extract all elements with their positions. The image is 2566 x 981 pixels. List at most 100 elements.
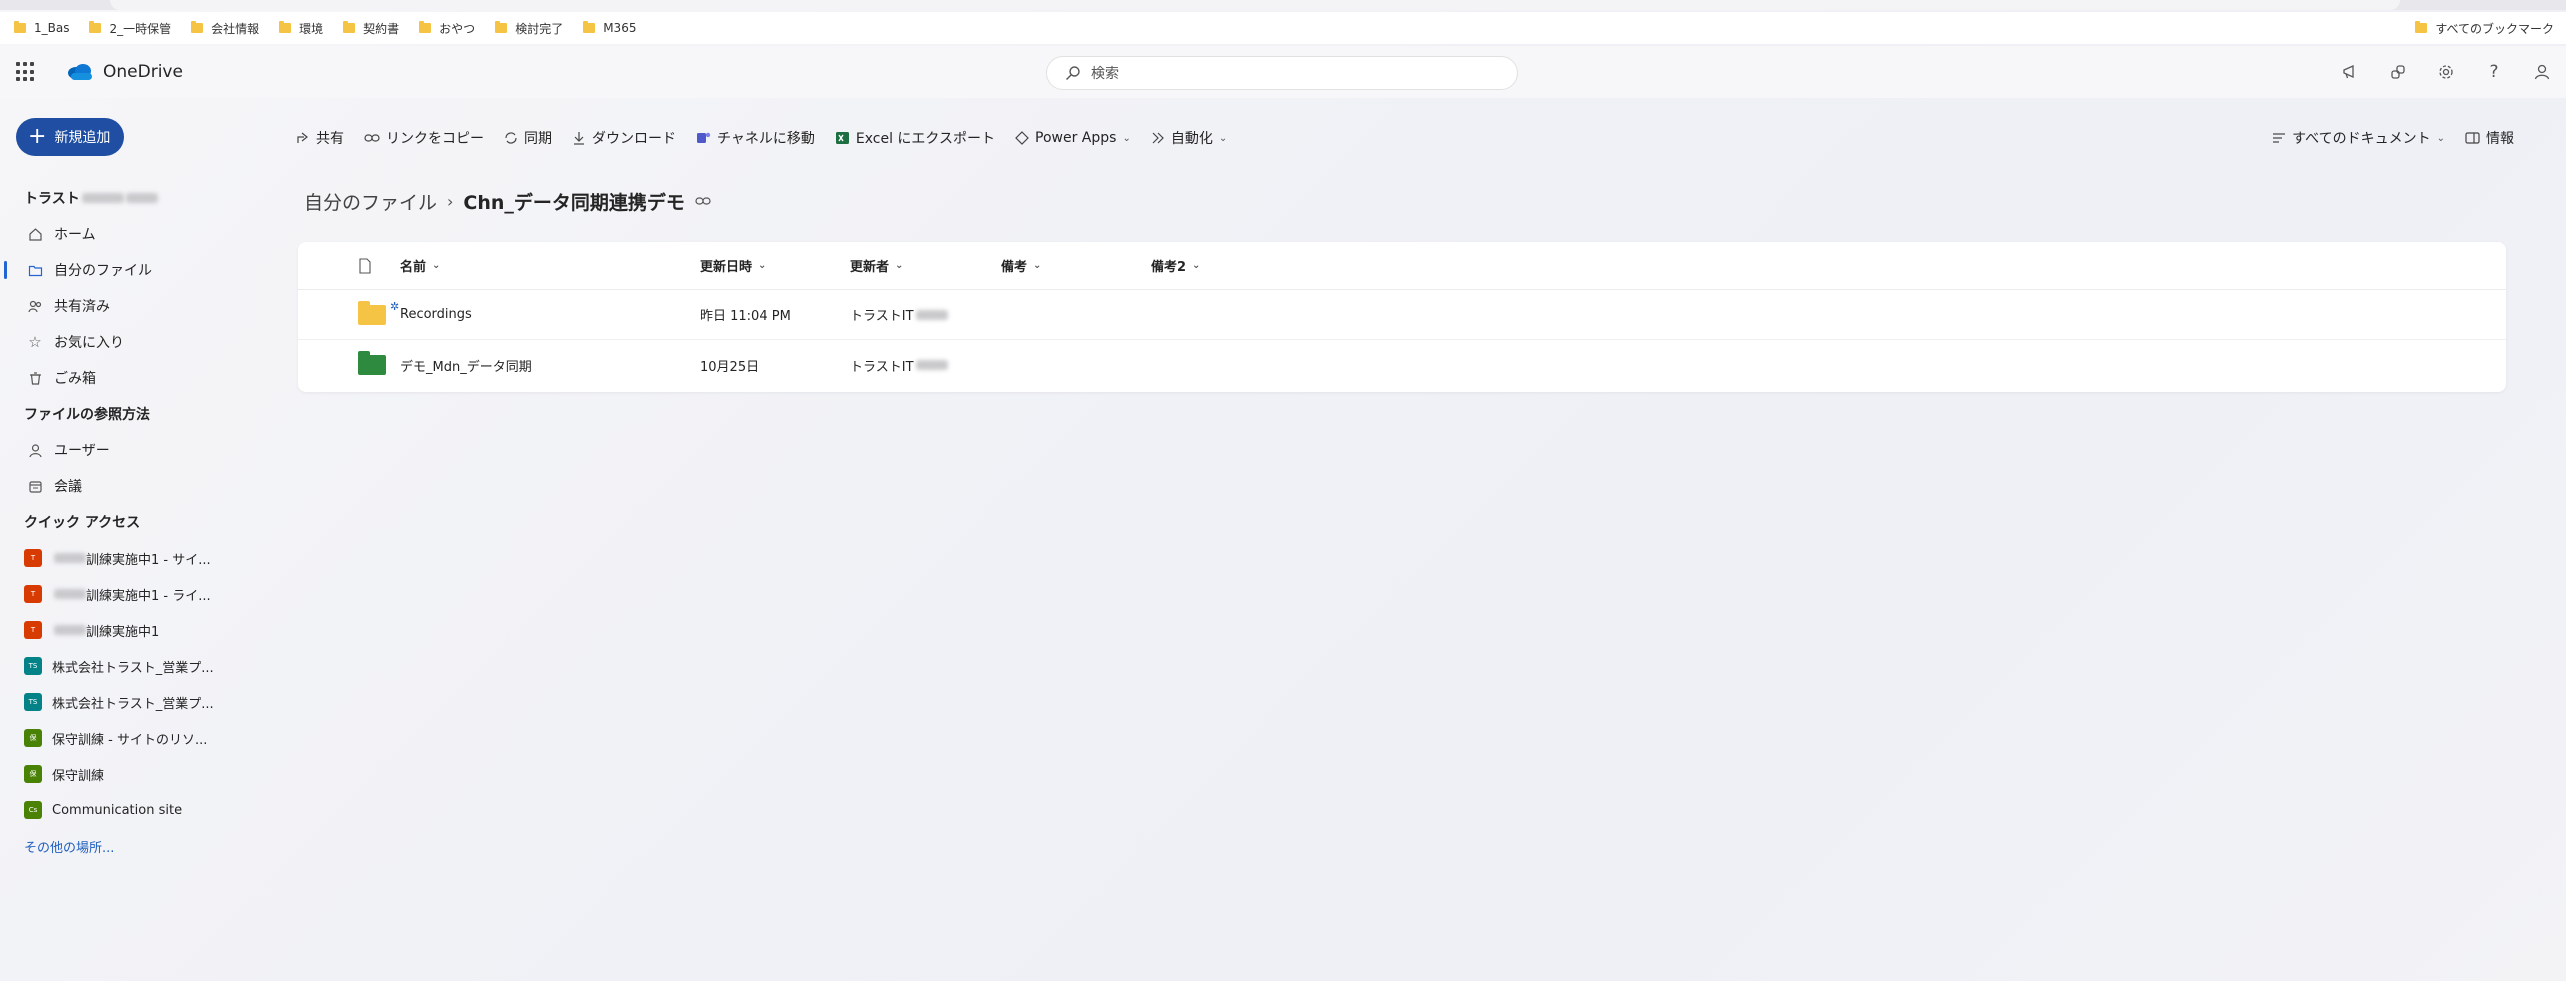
bookmark-item[interactable]: おやつ <box>419 20 475 37</box>
automate-label: 自動化 <box>1170 131 1213 147</box>
bookmark-item[interactable]: 会社情報 <box>191 20 259 37</box>
folder-icon <box>343 21 356 33</box>
app-name[interactable]: OneDrive <box>103 62 183 82</box>
sync-button[interactable]: 同期 <box>504 128 552 148</box>
bookmark-label: 検討完了 <box>515 21 564 36</box>
folder-icon <box>26 263 44 278</box>
quick-access-item[interactable]: T 訓練実施中1 <box>0 612 270 648</box>
plus-icon: + <box>28 124 47 149</box>
folder-icon <box>495 21 508 33</box>
automate-button[interactable]: 自動化 ⌄ <box>1151 128 1227 148</box>
table-row[interactable]: デモ_Mdn_データ同期 10月25日 トラストIT <box>298 340 2506 390</box>
browser-top-strip <box>0 0 2566 10</box>
sidebar-item-my-files[interactable]: 自分のファイル <box>0 252 270 288</box>
folder-icon <box>358 300 386 325</box>
copy-link-button[interactable]: リンクをコピー <box>364 128 484 148</box>
export-excel-button[interactable]: Excel にエクスポート <box>835 128 995 148</box>
chevron-down-icon: ⌄ <box>1033 260 1042 271</box>
sidebar-item-label: ごみ箱 <box>54 371 96 387</box>
all-bookmarks[interactable]: すべてのブックマーク <box>2415 12 2554 44</box>
file-type-icon[interactable] <box>358 257 372 274</box>
site-icon: T <box>24 585 42 603</box>
person-icon[interactable] <box>2518 58 2566 86</box>
column-label: 更新日時 <box>700 260 753 275</box>
bookmarks-bar: 1_Bas 2_一時保管 会社情報 環境 契約書 おやつ 検討完了 M365 す… <box>0 12 2566 44</box>
megaphone-icon[interactable] <box>2326 58 2374 86</box>
share-button[interactable]: 共有 <box>296 128 344 148</box>
sidebar-item-recycle-bin[interactable]: ごみ箱 <box>0 360 270 396</box>
sidebar-item-favorites[interactable]: ☆ お気に入り <box>0 324 270 360</box>
sidebar-item-home[interactable]: ホーム <box>0 216 270 252</box>
sidebar-item-people[interactable]: ユーザー <box>0 432 270 468</box>
info-label: 情報 <box>2486 131 2514 147</box>
power-apps-label: Power Apps <box>1035 130 1117 146</box>
quick-access-item[interactable]: 保 保守訓練 - サイトのリソ... <box>0 720 270 756</box>
table-row[interactable]: ✲ Recordings 昨日 11:04 PM トラストIT <box>298 290 2506 340</box>
chevron-down-icon: ⌄ <box>895 260 904 271</box>
breadcrumb-current[interactable]: Chn_データ同期連携デモ <box>463 188 685 215</box>
user-name-text: トラスト <box>24 191 80 207</box>
gear-icon[interactable] <box>2422 58 2470 86</box>
quick-access-label: 株式会社トラスト_営業プ... <box>52 696 214 712</box>
calendar-icon <box>26 479 44 494</box>
quick-access-label: 訓練実施中1 - ライ... <box>86 588 211 604</box>
trash-icon <box>26 371 44 386</box>
column-header-name[interactable]: 名前 ⌄ <box>400 256 440 275</box>
column-header-note[interactable]: 備考 ⌄ <box>1001 256 1041 275</box>
help-icon[interactable]: ? <box>2470 58 2518 86</box>
bookmark-item[interactable]: 環境 <box>279 20 323 37</box>
quick-access-item[interactable]: T 訓練実施中1 - ライ... <box>0 576 270 612</box>
quick-access-item[interactable]: T 訓練実施中1 - サイ... <box>0 540 270 576</box>
info-button[interactable]: 情報 <box>2465 128 2514 148</box>
share-icon[interactable] <box>2374 58 2422 86</box>
file-name[interactable]: デモ_Mdn_データ同期 <box>400 356 532 375</box>
search-box[interactable]: 検索 <box>1046 56 1518 90</box>
person-icon <box>26 443 44 458</box>
new-button[interactable]: + 新規追加 <box>16 118 124 156</box>
quick-access-label: Communication site <box>52 802 183 818</box>
download-button[interactable]: ダウンロード <box>572 128 676 148</box>
link-icon[interactable] <box>695 192 711 210</box>
bookmark-item[interactable]: 2_一時保管 <box>89 20 171 37</box>
quick-access-item[interactable]: TS 株式会社トラスト_営業プ... <box>0 648 270 684</box>
quick-access-label: 保守訓練 <box>52 768 105 784</box>
bookmark-label: M365 <box>603 21 637 35</box>
move-to-channel-button[interactable]: チャネルに移動 <box>696 128 815 148</box>
chevron-down-icon: ⌄ <box>1192 260 1201 271</box>
bookmark-item[interactable]: 1_Bas <box>14 21 69 35</box>
folder-icon <box>279 21 292 33</box>
column-header-modified-by[interactable]: 更新者 ⌄ <box>850 256 903 275</box>
redacted-text <box>54 553 86 563</box>
more-places-link[interactable]: その他の場所... <box>0 828 270 864</box>
search-icon <box>1066 66 1080 80</box>
redacted-text <box>81 193 124 203</box>
sidebar-item-meetings[interactable]: 会議 <box>0 468 270 504</box>
quick-access-item[interactable]: TS 株式会社トラスト_営業プ... <box>0 684 270 720</box>
download-icon <box>572 131 586 145</box>
bookmark-item[interactable]: M365 <box>583 21 636 35</box>
quick-access-item[interactable]: 保 保守訓練 <box>0 756 270 792</box>
chevron-down-icon: ⌄ <box>2436 132 2445 144</box>
app-launcher-icon[interactable] <box>16 62 36 82</box>
quick-access-item[interactable]: Cs Communication site <box>0 792 270 828</box>
sidebar-item-label: 共有済み <box>54 299 110 315</box>
sidebar-item-label: ユーザー <box>54 443 110 459</box>
info-pane-icon <box>2465 132 2480 144</box>
site-icon: TS <box>24 693 42 711</box>
home-icon <box>26 227 44 242</box>
breadcrumb-root[interactable]: 自分のファイル <box>304 188 437 215</box>
column-header-note2[interactable]: 備考2 ⌄ <box>1151 256 1200 275</box>
bookmark-item[interactable]: 契約書 <box>343 20 399 37</box>
command-bar-right: すべてのドキュメント ⌄ 情報 <box>2272 120 2514 156</box>
sync-icon <box>504 131 518 145</box>
site-icon: TS <box>24 657 42 675</box>
column-header-modified[interactable]: 更新日時 ⌄ <box>700 256 766 275</box>
view-selector[interactable]: すべてのドキュメント ⌄ <box>2272 128 2445 148</box>
file-name[interactable]: Recordings <box>400 307 472 322</box>
view-label: すべてのドキュメント <box>2292 131 2431 147</box>
link-icon <box>364 131 380 145</box>
power-apps-button[interactable]: Power Apps ⌄ <box>1015 130 1131 146</box>
bookmark-item[interactable]: 検討完了 <box>495 20 563 37</box>
share-icon <box>296 131 310 145</box>
sidebar-item-shared[interactable]: 共有済み <box>0 288 270 324</box>
